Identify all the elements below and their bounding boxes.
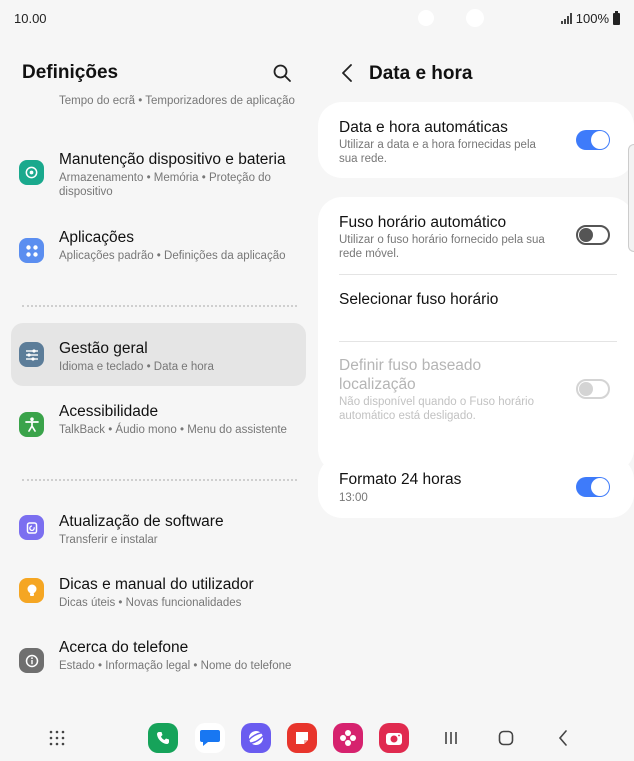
apps-icon [19, 238, 44, 263]
battery-icon [613, 10, 620, 25]
device-care-icon [19, 160, 44, 185]
item-subtitle: Idioma e teclado • Data e hora [59, 361, 214, 373]
item-subtitle: Transferir e instalar [59, 534, 158, 546]
battery-percent: 100% [575, 11, 609, 26]
chevron-left-icon [342, 64, 352, 82]
settings-item-device-care[interactable]: Manutenção dispositivo e bateria Armazen… [11, 142, 306, 202]
location-timezone-toggle [576, 379, 610, 399]
row-subtitle: 13:00 [339, 492, 368, 504]
settings-list-pane: Definições Tempo do ecrã • Temporizadore… [0, 36, 317, 706]
location-timezone-row: Definir fuso baseado localização Não dis… [318, 342, 634, 473]
item-title: Acessibilidade [59, 403, 159, 420]
item-subtitle: Armazenamento • Memória • Proteção do di… [59, 172, 271, 198]
row-title: Definir fuso baseado localização [339, 357, 482, 393]
app-drawer-button[interactable] [44, 725, 70, 751]
section-divider [22, 479, 297, 481]
edge-panel-handle[interactable] [628, 144, 634, 252]
signal-icon [560, 13, 572, 24]
row-title: Fuso horário automático [339, 214, 507, 231]
section-divider [22, 305, 297, 307]
item-subtitle: TalkBack • Áudio mono • Menu do assisten… [59, 424, 287, 436]
accessibility-icon [19, 412, 44, 437]
recent-apps-button[interactable] [438, 725, 464, 751]
camera-cutout [418, 10, 434, 26]
row-subtitle: Não disponível quando o Fuso horário aut… [339, 396, 534, 422]
item-title: Aplicações [59, 229, 134, 246]
back-button[interactable] [337, 62, 357, 84]
lightbulb-icon [19, 578, 44, 603]
taskbar [0, 711, 634, 761]
auto-timezone-toggle[interactable] [576, 225, 610, 245]
item-subtitle: Aplicações padrão • Definições da aplica… [59, 250, 286, 262]
row-subtitle: Utilizar o fuso horário fornecido pela s… [339, 234, 545, 260]
status-right: 100% [560, 10, 620, 26]
row-title: Data e hora automáticas [339, 119, 508, 136]
camera-app-icon[interactable] [379, 723, 409, 753]
item-title: Manutenção dispositivo e bateria [59, 151, 286, 168]
camera-cutout [466, 9, 484, 27]
settings-item-tips[interactable]: Dicas e manual do utilizador Dicas úteis… [11, 568, 306, 614]
auto-datetime-card: Data e hora automáticas Utilizar a data … [318, 102, 634, 178]
grid-icon [49, 730, 65, 746]
clipped-item-subtitle: Tempo do ecrã • Temporizadores de aplica… [59, 95, 295, 107]
software-update-icon [19, 515, 44, 540]
row-title: Selecionar fuso horário [339, 291, 499, 308]
timezone-card: Fuso horário automático Utilizar o fuso … [318, 197, 634, 473]
item-subtitle: Dicas úteis • Novas funcionalidades [59, 597, 242, 609]
chevron-left-icon [558, 730, 567, 746]
home-button[interactable] [493, 725, 519, 751]
status-time: 10.00 [14, 11, 47, 26]
item-title: Acerca do telefone [59, 639, 189, 656]
item-title: Gestão geral [59, 340, 148, 357]
format-24h-row[interactable]: Formato 24 horas 13:00 [318, 456, 634, 518]
settings-item-about-phone[interactable]: Acerca do telefone Estado • Informação l… [11, 631, 306, 691]
status-bar: 10.00 100% [0, 0, 634, 36]
settings-item-software-update[interactable]: Atualização de software Transferir e ins… [11, 505, 306, 551]
row-title: Formato 24 horas [339, 471, 462, 488]
gallery-app-icon[interactable] [333, 723, 363, 753]
settings-header: Definições [22, 58, 301, 90]
select-timezone-row[interactable]: Selecionar fuso horário [318, 275, 634, 341]
settings-item-accessibility[interactable]: Acessibilidade TalkBack • Áudio mono • M… [11, 395, 306, 455]
page-title: Data e hora [369, 63, 473, 84]
item-subtitle: Estado • Informação legal • Nome do tele… [59, 660, 292, 672]
format-24h-toggle[interactable] [576, 477, 610, 497]
info-icon [19, 648, 44, 673]
search-button[interactable] [267, 58, 297, 88]
auto-datetime-toggle[interactable] [576, 130, 610, 150]
phone-app-icon[interactable] [148, 723, 178, 753]
row-subtitle: Utilizar a data e a hora fornecidas pela… [339, 139, 536, 165]
item-title: Atualização de software [59, 513, 224, 530]
internet-app-icon[interactable] [241, 723, 271, 753]
settings-item-general-management[interactable]: Gestão geral Idioma e teclado • Data e h… [11, 323, 306, 386]
messages-app-icon[interactable] [195, 723, 225, 753]
recent-apps-icon [445, 732, 457, 744]
auto-datetime-row[interactable]: Data e hora automáticas Utilizar a data … [318, 102, 634, 178]
settings-item-apps[interactable]: Aplicações Aplicações padrão • Definiçõe… [11, 220, 306, 280]
notes-app-icon[interactable] [287, 723, 317, 753]
auto-timezone-row[interactable]: Fuso horário automático Utilizar o fuso … [318, 197, 634, 274]
search-icon [273, 64, 291, 82]
sliders-icon [19, 342, 44, 367]
back-nav-button[interactable] [550, 725, 576, 751]
page-title: Definições [22, 62, 119, 83]
format-24h-card: Formato 24 horas 13:00 [318, 456, 634, 518]
date-time-pane: Data e hora Data e hora automáticas Util… [317, 36, 634, 706]
home-icon [498, 730, 514, 746]
item-title: Dicas e manual do utilizador [59, 576, 254, 593]
